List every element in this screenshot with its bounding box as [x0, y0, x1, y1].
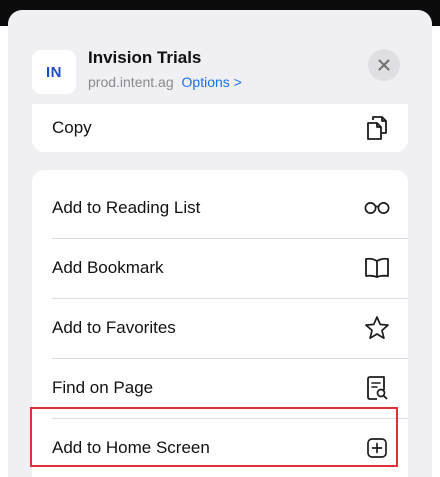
- book-icon: [364, 255, 390, 281]
- add-bookmark-action[interactable]: Add Bookmark: [32, 238, 408, 298]
- action-label: Add Bookmark: [52, 258, 164, 277]
- copy-icon: [364, 115, 390, 141]
- app-title: Invision Trials: [88, 48, 202, 67]
- share-header: IN Invision Trials prod.intent.ag Option…: [8, 10, 432, 110]
- action-label: Copy: [52, 118, 92, 137]
- app-domain: prod.intent.ag: [88, 74, 174, 90]
- add-to-reading-list-action[interactable]: Add to Reading List: [32, 178, 408, 238]
- star-icon: [364, 315, 390, 341]
- action-label: Find on Page: [52, 378, 154, 397]
- app-subtitle: prod.intent.ag Options >: [88, 74, 242, 90]
- add-to-favorites-action[interactable]: Add to Favorites: [32, 298, 408, 358]
- copy-action[interactable]: Copy: [32, 98, 408, 158]
- find-doc-icon: [364, 375, 390, 401]
- action-label: Add to Reading List: [52, 198, 201, 217]
- options-link[interactable]: Options >: [182, 74, 242, 90]
- app-logo: IN: [32, 50, 76, 94]
- highlight-box: [30, 407, 398, 467]
- close-button[interactable]: [368, 49, 400, 81]
- glasses-icon: [364, 195, 390, 221]
- close-icon: [378, 59, 390, 71]
- action-label: Add to Favorites: [52, 318, 176, 337]
- copy-card: Copy: [32, 104, 408, 152]
- app-logo-text: IN: [46, 63, 62, 81]
